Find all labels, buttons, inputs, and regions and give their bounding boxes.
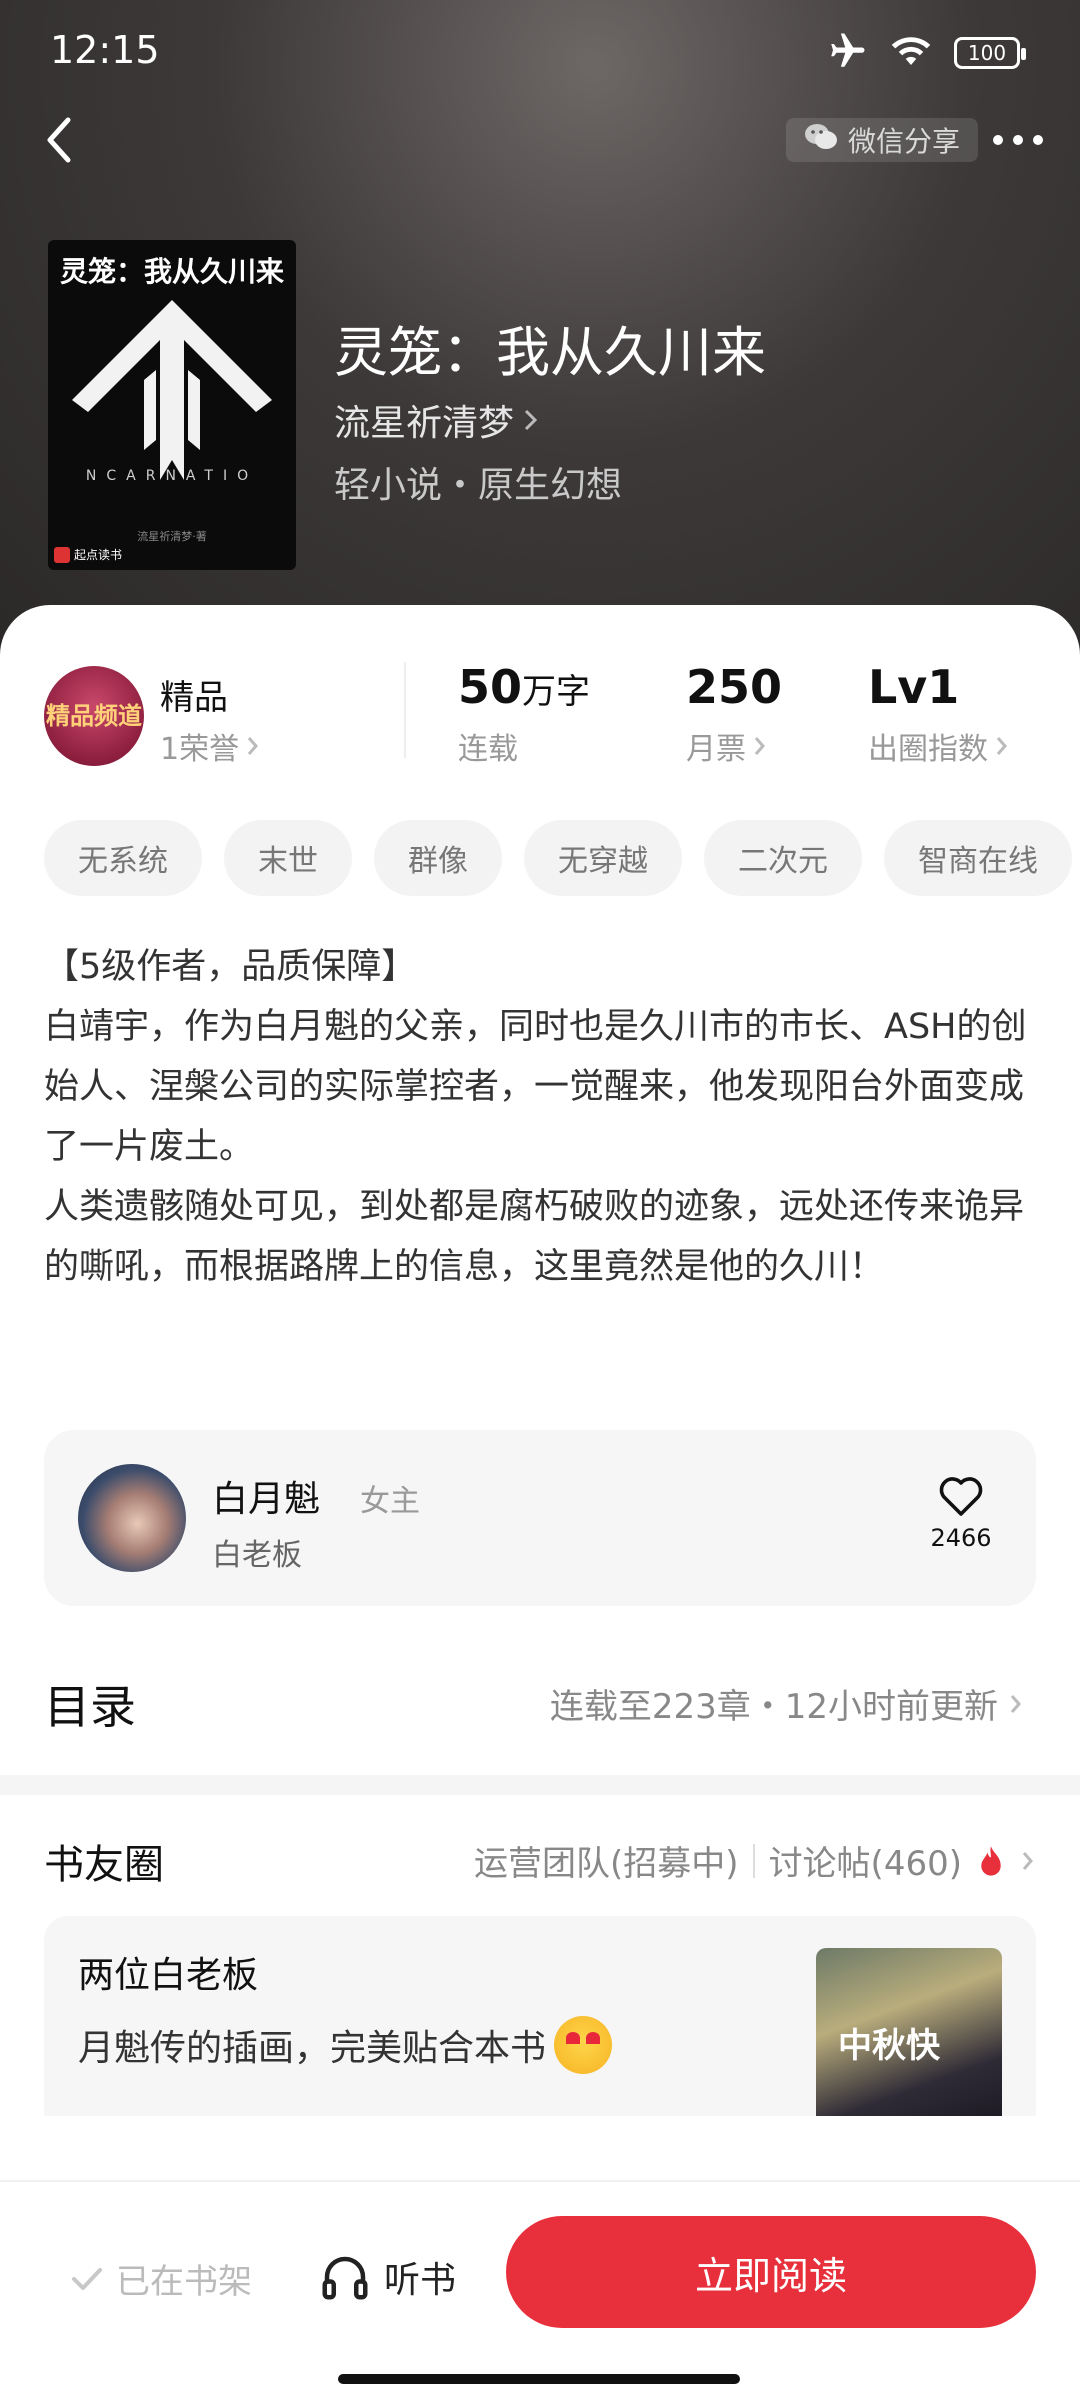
airplane-icon [826, 30, 868, 76]
chevron-right-icon [247, 737, 259, 755]
monthly-tickets-link[interactable]: 月票 [686, 724, 768, 768]
battery-icon: 100 [954, 37, 1026, 69]
character-title: 白老板 [212, 1538, 302, 1573]
post-title: 两位白老板 [78, 1955, 259, 1996]
chevron-left-icon [47, 117, 71, 163]
book-header: 12:15 100 微信分享 灵笼：我从久川来 NCARNATIO 流星祈清梦·… [0, 0, 1080, 660]
monthly-tickets: 250 [686, 660, 783, 714]
author-link[interactable]: 流星祈清梦 [334, 394, 540, 446]
toc-update-info: 连载至223章・12小时前更新 [550, 1679, 1024, 1728]
back-button[interactable] [24, 110, 94, 170]
tag-chip[interactable]: 无系统 [44, 820, 202, 896]
post-thumbnail[interactable]: 中秋快 [816, 1948, 1002, 2116]
character-card[interactable]: 白月魁 女主 白老板 2466 [44, 1430, 1036, 1606]
share-label: 微信分享 [848, 125, 961, 158]
cover-publisher: 起点读书 [54, 546, 122, 563]
character-name: 白月魁 [212, 1479, 321, 1520]
word-count: 50万字 [458, 660, 591, 714]
book-detail-sheet: 精品频道 精品 1荣誉 50万字 连载 250 月票 Lv1 出圈指数 无系统 … [0, 605, 1080, 2400]
chevron-right-icon [996, 737, 1007, 755]
divider [752, 1843, 755, 1878]
book-cover[interactable]: 灵笼：我从久川来 NCARNATIO 流星祈清梦·著 起点读书 [48, 240, 296, 570]
fire-icon [981, 1845, 1001, 1876]
home-indicator[interactable] [338, 2374, 740, 2384]
heart-icon [939, 1477, 983, 1516]
wechat-share-button[interactable]: 微信分享 [786, 118, 979, 162]
chevron-right-icon [1010, 1694, 1021, 1713]
honor-link[interactable]: 1荣誉 [160, 724, 261, 768]
ops-team-link[interactable]: 运营团队(招募中) [474, 1836, 739, 1885]
book-circle-header: 书友圈 运营团队(招募中) 讨论帖(460) [0, 1820, 1080, 1900]
cover-author: 流星祈清梦·著 [137, 530, 207, 543]
tag-chip[interactable]: 智商在线 [884, 820, 1072, 896]
check-icon [72, 2267, 102, 2290]
serial-status: 连载 [458, 732, 518, 767]
level-link[interactable]: 出圈指数 [868, 724, 1010, 768]
description-line: 白靖宇，作为白月魁的父亲，同时也是久川市的市长、ASH的创始人、涅槃公司的实际掌… [44, 1007, 1027, 1167]
toc-title: 目录 [44, 1680, 136, 1734]
post-body: 月魁传的插画，完美贴合本书 [78, 2016, 613, 2074]
circle-title: 书友圈 [44, 1842, 164, 1888]
divider [404, 662, 406, 758]
like-count: 2466 [930, 1524, 992, 1552]
chevron-right-icon [1022, 1851, 1033, 1870]
status-bar: 12:15 100 [0, 0, 1080, 100]
bottom-action-bar: 已在书架 听书 立即阅读 [0, 2180, 1080, 2400]
tag-chip[interactable]: 无穿越 [524, 820, 682, 896]
on-shelf-button[interactable]: 已在书架 [70, 2254, 252, 2303]
publisher-logo-icon [54, 546, 70, 563]
tag-list: 无系统 末世 群像 无穿越 二次元 智商在线 [44, 820, 1080, 900]
status-time: 12:15 [50, 28, 160, 72]
description-line: 人类遗骸随处可见，到处都是腐朽破败的迹象，远处还传来诡异的嘶吼，而根据路牌上的信… [44, 1187, 1025, 1287]
avatar [78, 1464, 186, 1572]
wechat-icon [804, 122, 838, 159]
honor-badge[interactable]: 精品频道 [44, 666, 144, 766]
level: Lv1 [868, 660, 960, 714]
table-of-contents[interactable]: 目录 连载至223章・12小时前更新 [0, 1635, 1080, 1745]
book-genre: 轻小说・原生幻想 [334, 465, 623, 506]
book-title: 灵笼：我从久川来 [334, 321, 766, 384]
more-button[interactable] [978, 110, 1058, 170]
description-line: 【5级作者，品质保障】 [44, 947, 417, 987]
listen-button[interactable]: 听书 [318, 2250, 456, 2304]
heart-eyes-emoji-icon [554, 2016, 613, 2074]
more-dot-icon [993, 135, 1003, 145]
wifi-icon [890, 33, 932, 73]
character-role-tag: 女主 [360, 1484, 420, 1519]
headphones-icon [322, 2256, 368, 2300]
tag-chip[interactable]: 末世 [224, 820, 352, 896]
chevron-right-icon [754, 737, 765, 755]
chevron-right-icon [524, 409, 538, 431]
stats-row: 精品频道 精品 1荣誉 50万字 连载 250 月票 Lv1 出圈指数 [0, 660, 1080, 780]
read-now-button[interactable]: 立即阅读 [506, 2216, 1036, 2328]
discussion-link[interactable]: 讨论帖(460) [769, 1836, 962, 1885]
cover-emblem-icon [72, 300, 272, 480]
tag-chip[interactable]: 二次元 [704, 820, 862, 896]
tag-chip[interactable]: 群像 [374, 820, 502, 896]
divider [0, 1775, 1080, 1795]
honor-label: 精品 [160, 678, 228, 718]
circle-post-card[interactable]: 两位白老板 月魁传的插画，完美贴合本书 中秋快 [44, 1916, 1036, 2116]
book-description[interactable]: 【5级作者，品质保障】 白靖宇，作为白月魁的父亲，同时也是久川市的市长、ASH的… [44, 937, 1044, 1297]
cover-subtitle: NCARNATIO [85, 468, 259, 484]
like-button[interactable]: 2466 [916, 1474, 1006, 1552]
post-image-text: 中秋快 [838, 2026, 940, 2066]
